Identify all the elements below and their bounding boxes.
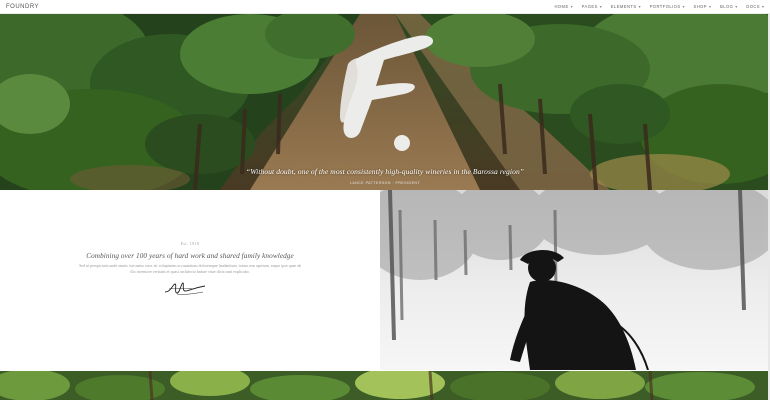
- chevron-down-icon: ▾: [735, 3, 738, 9]
- nav-item-blog[interactable]: BLOG ▾: [720, 4, 737, 9]
- story-section: Est. 1918 Combining over 100 years of ha…: [0, 190, 380, 370]
- story-title: Combining over 100 years of hard work an…: [86, 252, 294, 260]
- signature-image: [164, 282, 206, 295]
- nav-item-elements[interactable]: ELEMENTS ▾: [611, 4, 641, 9]
- chevron-down-icon: ▾: [682, 3, 685, 9]
- chevron-down-icon: ▾: [599, 3, 602, 9]
- story-eyebrow: Est. 1918: [180, 242, 200, 246]
- nav-item-home[interactable]: HOME ▾: [554, 4, 572, 9]
- nav-item-pages[interactable]: PAGES ▾: [582, 4, 602, 9]
- nav-label: SHOP: [693, 4, 707, 9]
- nav-label: BLOG: [720, 4, 734, 9]
- nav-label: PAGES: [581, 4, 598, 9]
- chevron-down-icon: ▾: [570, 3, 573, 9]
- nav-item-portfolios[interactable]: PORTFOLIOS ▾: [650, 4, 685, 9]
- main-nav: HOME ▾ PAGES ▾ ELEMENTS ▾ PORTFOLIOS ▾ S…: [554, 4, 764, 9]
- vineyard-hero-image: [0, 14, 770, 190]
- hero-quote: “Without doubt, one of the most consiste…: [245, 167, 525, 176]
- grape-leaves-image: [0, 371, 770, 400]
- top-navigation-bar: FOUNDRY HOME ▾ PAGES ▾ ELEMENTS ▾ PORTFO…: [0, 0, 770, 14]
- nav-item-shop[interactable]: SHOP ▾: [694, 4, 711, 9]
- nav-label: PORTFOLIOS: [649, 4, 681, 9]
- site-logo[interactable]: FOUNDRY: [6, 4, 39, 10]
- chevron-down-icon: ▾: [761, 3, 764, 9]
- nav-label: ELEMENTS: [610, 4, 637, 9]
- chevron-down-icon: ▾: [638, 3, 641, 9]
- vineyard-worker-image: [380, 190, 768, 370]
- nav-item-docs[interactable]: DOCS ▾: [746, 4, 764, 9]
- story-body: Sed ut perspiciatis unde omnis iste natu…: [79, 263, 301, 275]
- hero-quote-credit: LANCE PATTERSON · PRESIDENT: [349, 181, 421, 185]
- chevron-down-icon: ▾: [709, 3, 712, 9]
- nav-label: HOME: [554, 4, 569, 9]
- nav-label: DOCS: [746, 4, 760, 9]
- hero-section: “Without doubt, one of the most consiste…: [0, 14, 770, 190]
